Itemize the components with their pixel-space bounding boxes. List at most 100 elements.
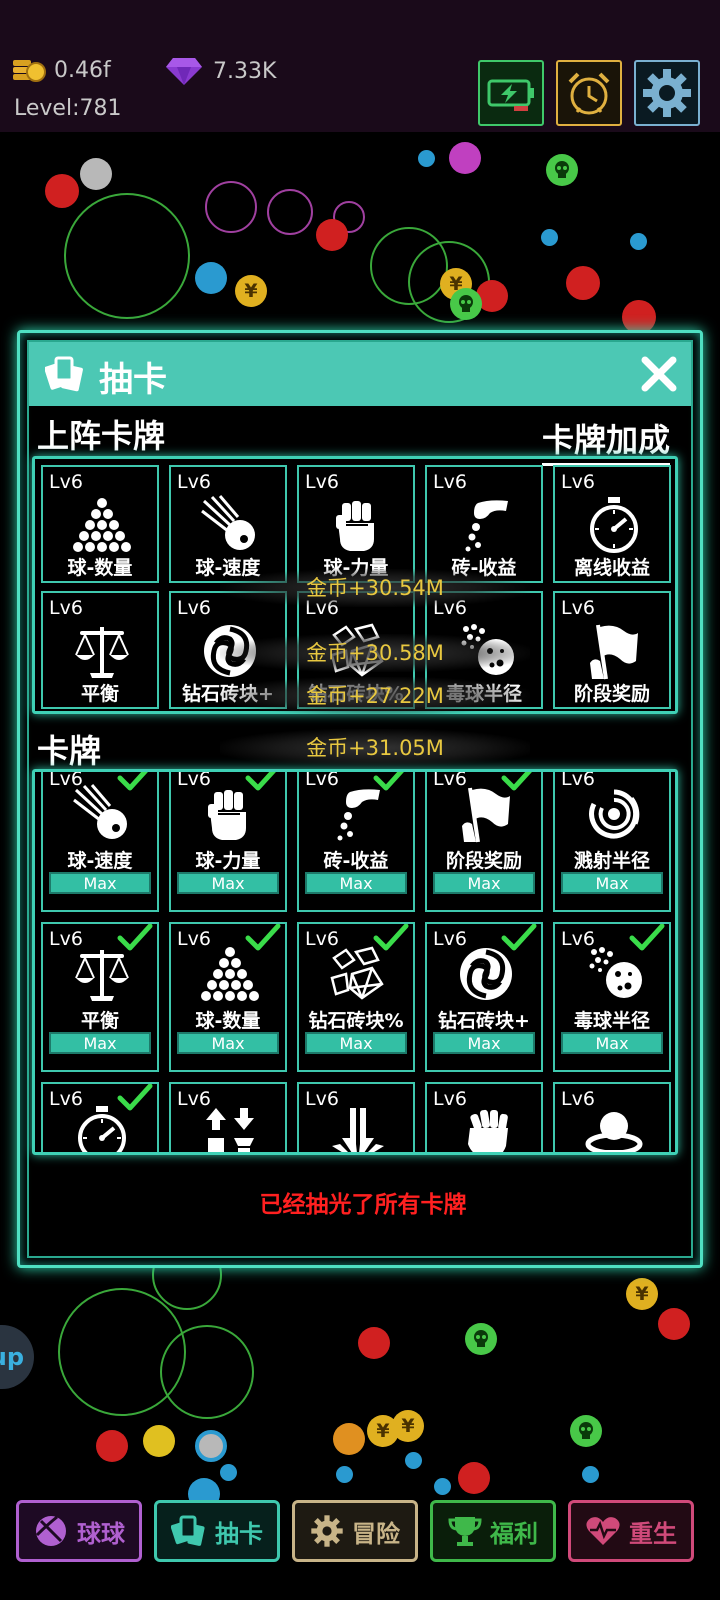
arrows-icon bbox=[206, 1108, 254, 1152]
draw-card-panel: 抽卡 上阵卡牌 卡牌加成 Lv6 球-数量 Lv6 球-速度 Lv6 球-力量 Lv6 砖-收… bbox=[17, 330, 703, 1268]
skull-icon bbox=[465, 1323, 497, 1355]
scales-icon bbox=[75, 627, 129, 678]
collection-card[interactable]: Lv6 溅射半径 Max bbox=[553, 772, 671, 912]
nav-welfare-button[interactable]: 福利 bbox=[430, 1500, 556, 1562]
ball bbox=[622, 300, 656, 334]
ball bbox=[418, 150, 435, 167]
level-label: Level:781 bbox=[14, 96, 122, 121]
card-level: Lv6 bbox=[49, 597, 83, 619]
settings-button[interactable] bbox=[634, 60, 700, 126]
ball bbox=[336, 1466, 353, 1483]
ball bbox=[80, 158, 112, 190]
collection-card[interactable]: Lv6 bbox=[297, 1082, 415, 1152]
card-label: 平衡 bbox=[80, 1010, 119, 1032]
yen-coin: ¥ bbox=[235, 275, 267, 307]
collection-card[interactable]: Lv6 球-力量 Max bbox=[169, 772, 287, 912]
gear-icon bbox=[311, 1515, 343, 1547]
nav-label: 球球 bbox=[77, 1519, 125, 1548]
card-level: Lv6 bbox=[561, 597, 595, 619]
card-collection-grid[interactable]: Lv6 球-速度 Max Lv6 球-力量 Max Lv6 砖-收益 Max Lv6 阶段奖励 Max… bbox=[32, 769, 678, 1155]
flag-icon bbox=[590, 624, 638, 680]
collection-card[interactable]: Lv6 bbox=[41, 1082, 159, 1152]
alarm-clock-button[interactable] bbox=[556, 60, 622, 126]
power-saving-button[interactable] bbox=[478, 60, 544, 126]
nav-adventure-button[interactable]: 冒险 bbox=[292, 1500, 418, 1562]
collection-card[interactable]: Lv6 阶段奖励 Max bbox=[425, 772, 543, 912]
ball bbox=[582, 1466, 599, 1483]
collection-card[interactable]: Lv6 钻石砖块+ Max bbox=[425, 922, 543, 1072]
checkmark-icon bbox=[501, 772, 532, 791]
collection-card[interactable]: Lv6 平衡 Max bbox=[41, 922, 159, 1072]
side-level-up-bubble[interactable]: up bbox=[0, 1325, 34, 1389]
max-badge: Max bbox=[177, 1032, 279, 1054]
collection-card[interactable]: Lv6 钻石砖块% Max bbox=[297, 922, 415, 1072]
max-badge: Max bbox=[305, 1032, 407, 1054]
skull-icon bbox=[546, 154, 578, 186]
ball bbox=[96, 1430, 128, 1462]
collection-card[interactable]: Lv6 球-数量 Max bbox=[169, 922, 287, 1072]
active-card[interactable]: Lv6 球-数量 bbox=[41, 465, 159, 583]
ball bbox=[220, 1464, 237, 1481]
ring bbox=[205, 181, 257, 233]
gem-amount: 7.33K bbox=[213, 58, 277, 84]
nav-label: 福利 bbox=[490, 1519, 538, 1548]
active-card[interactable]: Lv6 阶段奖励 bbox=[553, 591, 671, 709]
active-card[interactable]: Lv6 球-速度 bbox=[169, 465, 287, 583]
all-cards-drawn-message: 已经抽光了所有卡牌 bbox=[259, 1192, 467, 1218]
checkmark-icon bbox=[373, 772, 404, 791]
floating-reward: 金币+30.54M bbox=[220, 569, 530, 607]
checkmark-icon bbox=[117, 1084, 153, 1111]
splash-rings-icon bbox=[589, 789, 640, 839]
power-saving-icon bbox=[487, 79, 534, 111]
card-label: 离线收益 bbox=[573, 557, 650, 579]
collection-card[interactable]: Lv6 砖-收益 Max bbox=[297, 772, 415, 912]
collection-card[interactable]: Lv6 bbox=[169, 1082, 287, 1152]
checkmark-icon bbox=[245, 924, 281, 951]
active-card[interactable]: Lv6 砖-收益 bbox=[425, 465, 543, 583]
active-card[interactable]: Lv6 球-力量 bbox=[297, 465, 415, 583]
ring bbox=[64, 193, 190, 319]
collection-card[interactable]: Lv6 球-速度 Max bbox=[41, 772, 159, 912]
nav-rebirth-button[interactable]: 重生 bbox=[568, 1500, 694, 1562]
ball bbox=[658, 1308, 690, 1340]
stopwatch-icon bbox=[590, 497, 638, 553]
cards-icon bbox=[171, 1515, 205, 1546]
nav-draw-card-button[interactable]: 抽卡 bbox=[154, 1500, 280, 1562]
active-cards-title: 上阵卡牌 bbox=[37, 417, 166, 455]
ball bbox=[630, 233, 647, 250]
ball bbox=[458, 1462, 490, 1494]
max-badge: Max bbox=[49, 872, 151, 894]
close-icon[interactable] bbox=[639, 354, 679, 394]
card-label: 砖-收益 bbox=[323, 850, 389, 872]
target-ball bbox=[333, 1423, 365, 1455]
checkmark-icon bbox=[245, 772, 276, 791]
active-card[interactable]: Lv6 离线收益 bbox=[553, 465, 671, 583]
gear-icon bbox=[643, 69, 691, 117]
max-badge: Max bbox=[305, 872, 407, 894]
coin-amount: 0.46f bbox=[54, 57, 111, 83]
ball-pyramid-icon bbox=[73, 498, 131, 552]
card-label: 钻石砖块% bbox=[308, 1010, 404, 1032]
ring bbox=[267, 189, 313, 235]
ball bbox=[143, 1425, 175, 1457]
collection-card[interactable]: Lv6 毒球半径 Max bbox=[553, 922, 671, 1072]
checkmark-icon bbox=[117, 772, 148, 791]
ball bbox=[45, 174, 79, 208]
active-card[interactable]: Lv6 平衡 bbox=[41, 591, 159, 709]
ball bbox=[541, 229, 558, 246]
checkmark-icon bbox=[117, 924, 153, 951]
collection-card[interactable]: Lv6 bbox=[425, 1082, 543, 1152]
coin-hand-icon bbox=[465, 500, 508, 552]
yen-coin: ¥ bbox=[392, 1410, 424, 1442]
card-level: Lv6 bbox=[433, 471, 467, 493]
yen-coin: ¥ bbox=[626, 1278, 658, 1310]
card-level: Lv6 bbox=[177, 471, 211, 493]
collection-card[interactable]: Lv6 bbox=[553, 1082, 671, 1152]
downward-arrows-icon bbox=[332, 1108, 384, 1152]
ball bbox=[434, 1478, 451, 1495]
card-label: 平衡 bbox=[80, 683, 119, 705]
nav-balls-button[interactable]: 球球 bbox=[16, 1500, 142, 1562]
game-screen: 0.46f 7.33K Level:781 ¥ ¥ ¥ ¥ ¥ p 抽卡 上阵卡… bbox=[0, 0, 720, 1600]
max-badge: Max bbox=[433, 1032, 535, 1054]
panel-title: 抽卡 bbox=[99, 360, 167, 400]
